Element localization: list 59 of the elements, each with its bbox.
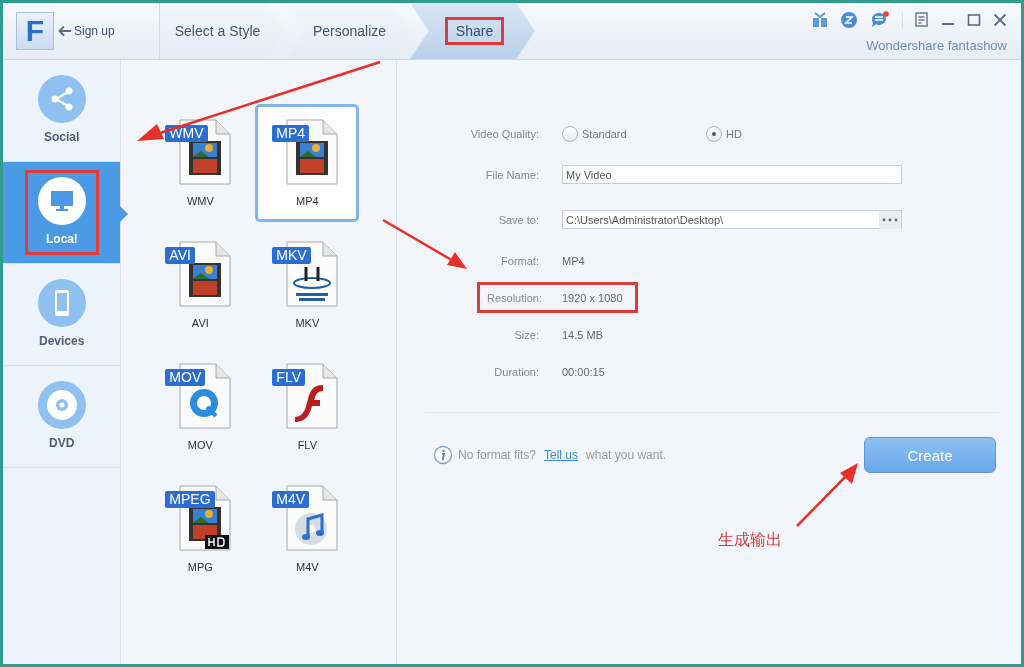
format-badge: MPEG <box>165 491 215 508</box>
radio-button[interactable] <box>706 125 722 142</box>
file-name-field[interactable]: My Video <box>562 165 902 184</box>
chat-bubble-icon[interactable] <box>840 11 858 29</box>
app-logo: F <box>16 12 54 50</box>
field-label: File Name: <box>484 168 540 181</box>
back-arrow-icon <box>58 25 72 37</box>
disc-icon <box>37 381 86 429</box>
save-path-field[interactable]: C:\Users\Administrator\Desktop\ <box>562 210 902 229</box>
field-value: 14.5 MB <box>562 328 603 341</box>
sidebar-item[interactable]: Social <box>3 60 121 162</box>
format-badge: MOV <box>165 369 206 386</box>
maximize-icon[interactable] <box>967 13 981 27</box>
sidebar-item[interactable]: Devices <box>3 264 121 366</box>
notes-icon[interactable] <box>915 12 929 28</box>
format-tile[interactable]: MKV MKV <box>255 226 360 344</box>
field-label: Format: <box>500 254 540 267</box>
format-tile[interactable]: MP4 MP4 <box>255 104 360 222</box>
field-label: Size: <box>513 328 540 341</box>
info-icon <box>433 445 453 465</box>
format-tile[interactable]: FLV FLV <box>255 348 360 466</box>
format-tile[interactable]: AVI AVI <box>148 226 253 344</box>
share-icon <box>37 75 86 123</box>
monitor-icon <box>37 177 86 225</box>
close-icon[interactable] <box>993 13 1007 27</box>
format-tile[interactable]: WMV WMV <box>148 104 253 222</box>
message-icon[interactable] <box>870 11 890 29</box>
format-badge: M4V <box>272 491 310 508</box>
annotation-arrow <box>796 463 858 527</box>
browse-icon[interactable] <box>879 210 901 229</box>
radio-option[interactable]: Standard <box>562 125 706 142</box>
field-value: 00:00:15 <box>562 365 605 378</box>
field-value: 1920 x 1080 <box>562 291 623 304</box>
format-badge: MKV <box>272 247 311 264</box>
field-value: MP4 <box>562 254 585 267</box>
annotation-note: 生成输出 <box>718 530 782 550</box>
format-tile[interactable]: MPEG MPG <box>148 470 253 588</box>
sidebar-item[interactable]: DVD <box>3 366 121 468</box>
format-badge: AVI <box>165 247 195 264</box>
option-label: Standard <box>582 127 627 140</box>
sign-up-link[interactable]: Sign up <box>58 24 115 38</box>
help-text: No format fits? <box>458 448 537 462</box>
field-label: Video Quality: <box>469 127 540 140</box>
field-label: Duration: <box>493 365 540 378</box>
field-label: Resolution: <box>485 291 543 304</box>
gift-icon[interactable] <box>812 12 828 28</box>
help-text: what you want. <box>586 448 667 462</box>
radio-option[interactable]: HD <box>706 125 850 142</box>
step-tab[interactable]: Share <box>410 3 535 59</box>
format-badge: MP4 <box>272 125 310 142</box>
format-badge: FLV <box>272 369 305 386</box>
brand-name: Wondershare fantashow <box>866 38 1007 53</box>
phone-icon <box>37 279 86 327</box>
radio-button[interactable] <box>562 125 578 142</box>
format-tile[interactable]: M4V M4V <box>255 470 360 588</box>
format-badge: WMV <box>165 125 208 142</box>
format-tile[interactable]: MOV MOV <box>148 348 253 466</box>
option-label: HD <box>726 127 742 140</box>
field-label: Save to: <box>497 213 540 226</box>
